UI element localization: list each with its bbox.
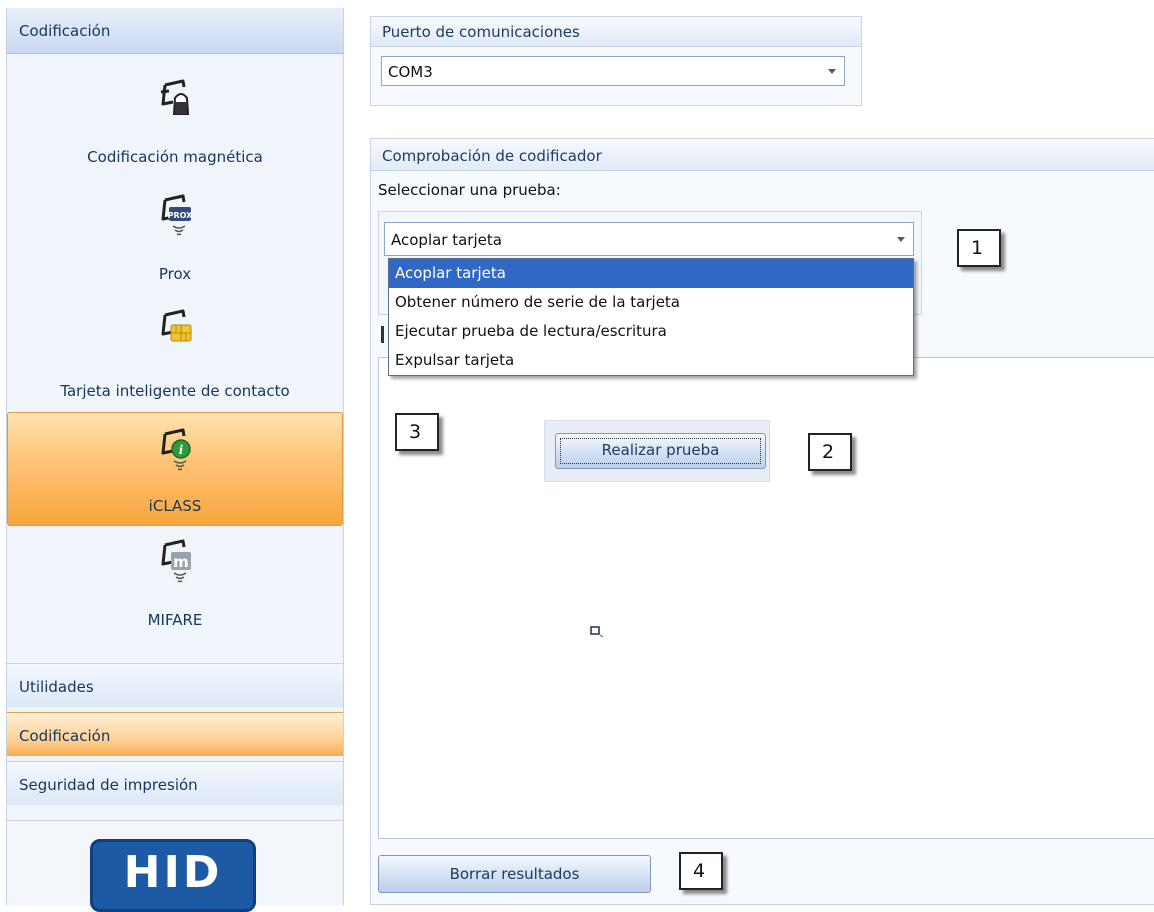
prox-card-icon: PROX xyxy=(161,194,194,236)
magnetic-card-icon xyxy=(160,79,190,115)
callout-4: 4 xyxy=(679,852,723,890)
smart-chip-card-icon xyxy=(161,309,192,342)
clear-results-button[interactable]: Borrar resultados xyxy=(378,855,651,893)
hid-logo: HID xyxy=(90,839,256,912)
nav-item-label: MIFARE xyxy=(147,611,203,629)
dropdown-option[interactable]: Expulsar tarjeta xyxy=(389,346,913,375)
nav-item-mifare[interactable]: m MIFARE xyxy=(7,538,343,638)
test-select[interactable]: Acoplar tarjeta xyxy=(384,222,914,256)
nav-band-encoding[interactable]: Codificación xyxy=(7,712,343,756)
dropdown-option[interactable]: Acoplar tarjeta xyxy=(389,259,913,288)
callout-2: 2 xyxy=(808,433,852,471)
nav-item-label: Codificación magnética xyxy=(87,148,263,166)
callout-1: 1 xyxy=(957,229,1001,267)
chevron-down-icon[interactable] xyxy=(897,237,905,242)
prox-badge: PROX xyxy=(168,211,194,220)
iclass-badge: i xyxy=(179,443,184,457)
port-select[interactable]: COM3 xyxy=(381,56,845,86)
nav-item-label: Prox xyxy=(158,265,192,283)
mifare-badge: m xyxy=(173,553,189,571)
chevron-down-icon[interactable] xyxy=(828,69,836,74)
nav-item-magnetic-encoding[interactable]: Codificación magnética xyxy=(7,78,343,178)
run-test-button[interactable]: Realizar prueba xyxy=(555,433,766,469)
navigation-pane: Codificación Codificación magnética PROX… xyxy=(6,8,344,912)
cursor-marker-icon xyxy=(590,626,604,638)
dropdown-option[interactable]: Ejecutar prueba de lectura/escritura xyxy=(389,317,913,346)
nav-item-contact-smart-card[interactable]: Tarjeta inteligente de contacto xyxy=(7,308,343,408)
focus-rectangle xyxy=(560,438,761,464)
encoder-test-title: Comprobación de codificador xyxy=(371,139,1154,171)
logo-area: HID xyxy=(7,820,343,912)
port-select-value: COM3 xyxy=(388,63,433,81)
callout-3: 3 xyxy=(395,413,439,451)
nav-band-utilities[interactable]: Utilidades xyxy=(7,663,343,707)
dropdown-option[interactable]: Obtener número de serie de la tarjeta xyxy=(389,288,913,317)
test-dropdown-list[interactable]: Acoplar tarjeta Obtener número de serie … xyxy=(388,258,914,376)
nav-header[interactable]: Codificación xyxy=(7,8,343,54)
nav-item-label: iCLASS xyxy=(148,497,202,515)
test-select-value: Acoplar tarjeta xyxy=(391,231,502,249)
select-test-label: Seleccionar una prueba: xyxy=(378,181,561,199)
mifare-card-icon: m xyxy=(161,539,191,583)
port-group-title: Puerto de comunicaciones xyxy=(371,17,861,47)
nav-band-print-security[interactable]: Seguridad de impresión xyxy=(7,761,343,805)
nav-item-label: Tarjeta inteligente de contacto xyxy=(60,382,290,400)
iclass-card-icon: i xyxy=(161,428,191,471)
label-fragment xyxy=(381,326,384,343)
nav-item-iclass[interactable]: i iCLASS xyxy=(7,412,343,526)
nav-item-prox[interactable]: PROX Prox xyxy=(7,193,343,288)
port-group: Puerto de comunicaciones COM3 xyxy=(370,16,862,106)
clear-results-button-label: Borrar resultados xyxy=(449,865,580,883)
